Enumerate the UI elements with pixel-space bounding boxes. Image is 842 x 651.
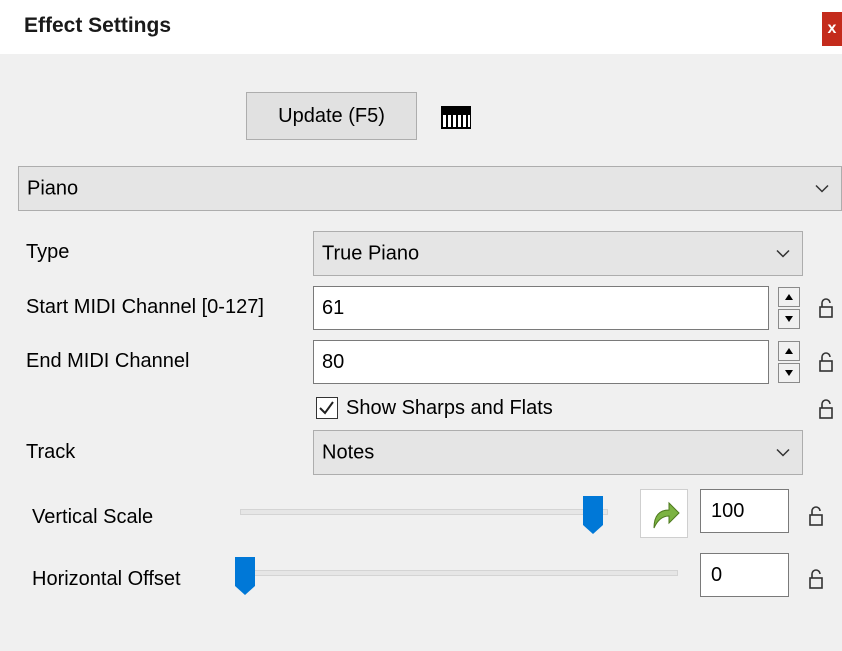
start-channel-label: Start MIDI Channel [0-127] <box>26 296 264 318</box>
sharps-label[interactable]: Show Sharps and Flats <box>346 397 553 420</box>
start-channel-spinner <box>778 287 800 329</box>
effect-select[interactable]: Piano <box>18 166 842 211</box>
end-channel-label: End MIDI Channel <box>26 350 190 372</box>
horizontal-offset-thumb[interactable] <box>234 556 256 596</box>
update-button[interactable]: Update (F5) <box>246 92 417 140</box>
redo-arrow-icon <box>653 501 680 529</box>
start-channel-input[interactable]: 61 <box>313 286 769 330</box>
vertical-scale-label: Vertical Scale <box>32 506 154 528</box>
type-label: Type <box>26 241 70 263</box>
end-channel-spinner <box>778 341 800 383</box>
horizontal-offset-track[interactable] <box>236 570 678 576</box>
vertical-scale-track[interactable] <box>240 509 608 515</box>
sharps-checkbox[interactable] <box>316 397 338 419</box>
end-channel-input[interactable]: 80 <box>313 340 769 384</box>
type-select-value: True Piano <box>322 242 420 264</box>
arrow-up-icon <box>785 294 793 300</box>
title-bar: Effect Settings <box>0 0 842 54</box>
track-select[interactable]: Notes <box>313 430 803 475</box>
vertical-scale-input[interactable]: 100 <box>700 489 789 533</box>
spin-up-button[interactable] <box>778 287 800 307</box>
horizontal-offset-label: Horizontal Offset <box>32 568 181 590</box>
reset-button[interactable] <box>640 489 688 538</box>
piano-icon <box>441 106 471 129</box>
check-icon <box>319 401 334 415</box>
arrow-up-icon <box>785 348 793 354</box>
close-button[interactable]: x <box>822 12 842 46</box>
lock-icon[interactable] <box>818 351 834 373</box>
horizontal-offset-input[interactable]: 0 <box>700 553 789 597</box>
chevron-down-icon <box>776 448 790 457</box>
lock-icon[interactable] <box>808 505 824 527</box>
chevron-down-icon <box>815 184 829 193</box>
spin-down-button[interactable] <box>778 309 800 329</box>
type-select[interactable]: True Piano <box>313 231 803 276</box>
spin-down-button[interactable] <box>778 363 800 383</box>
arrow-down-icon <box>785 370 793 376</box>
track-label: Track <box>26 441 76 463</box>
effect-settings-window: Effect Settings x Update (F5) Piano Type… <box>0 0 842 651</box>
spin-up-button[interactable] <box>778 341 800 361</box>
track-select-value: Notes <box>322 441 375 463</box>
lock-icon[interactable] <box>818 398 834 420</box>
lock-icon[interactable] <box>818 297 834 319</box>
window-title: Effect Settings <box>24 14 172 37</box>
vertical-scale-thumb[interactable] <box>582 495 604 535</box>
effect-select-value: Piano <box>27 177 79 199</box>
arrow-down-icon <box>785 316 793 322</box>
lock-icon[interactable] <box>808 568 824 590</box>
chevron-down-icon <box>776 249 790 258</box>
